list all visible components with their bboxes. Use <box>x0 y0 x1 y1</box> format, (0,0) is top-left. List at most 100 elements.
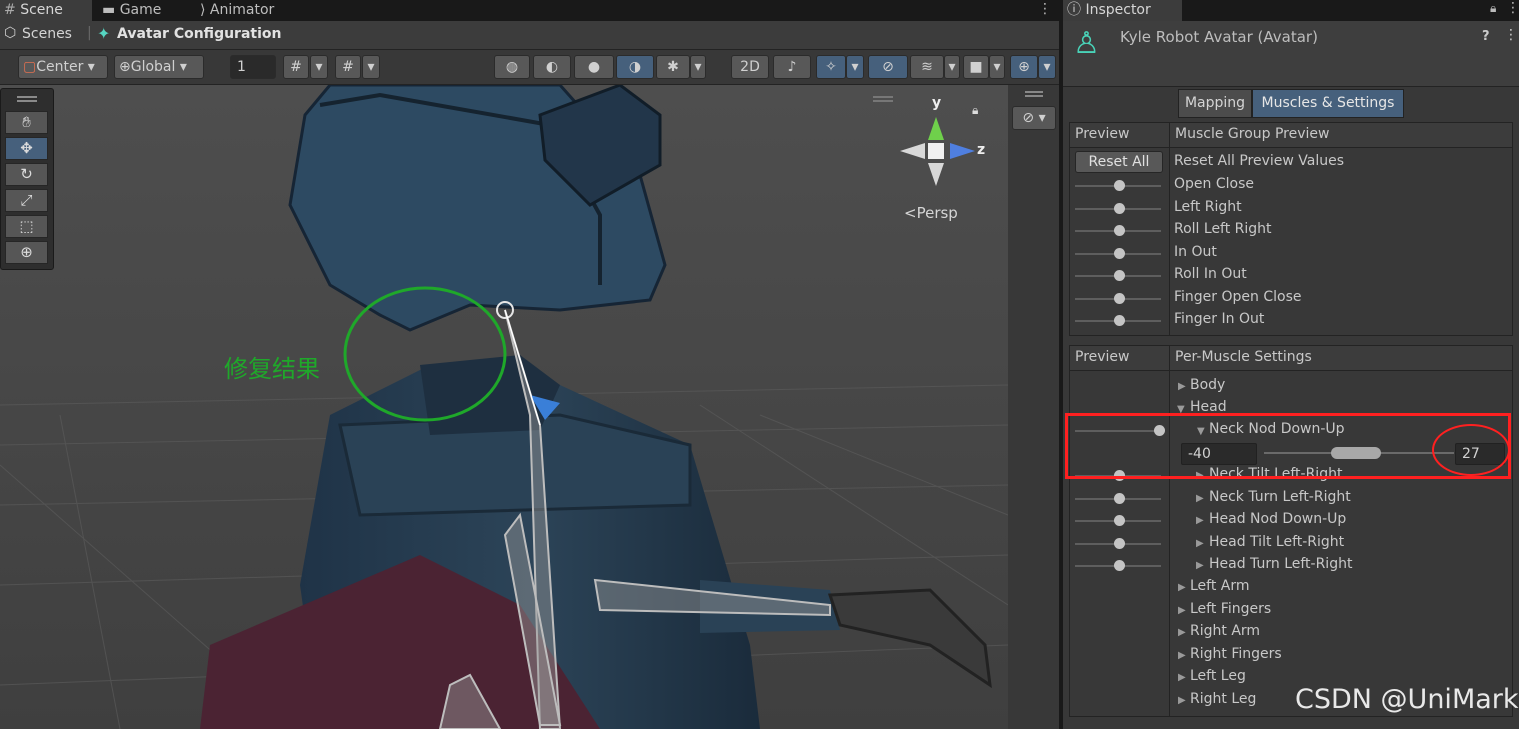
persp-icon: < <box>904 204 917 222</box>
hand-tool-icon[interactable]: ✋︎ <box>5 111 48 134</box>
expand-arrow-icon[interactable]: ▶ <box>1178 381 1186 392</box>
breadcrumb-scenes[interactable]: Scenes <box>22 26 72 42</box>
camera-icon[interactable]: ■ <box>963 55 989 79</box>
group-4[interactable]: Left Leg <box>1190 668 1246 684</box>
unlit-icon[interactable]: ◑ <box>616 55 654 79</box>
kebab-menu-icon[interactable]: ⋮ <box>1038 0 1052 21</box>
annotation-text: 修复结果 <box>224 355 320 383</box>
grid-snap-icon[interactable]: # <box>283 55 309 79</box>
avatar-figure-icon: ✦ <box>97 24 111 43</box>
layers-dropdown[interactable]: ▾ <box>944 55 960 79</box>
gizmo-axis-y: y <box>932 95 942 111</box>
camera-dropdown[interactable]: ▾ <box>989 55 1005 79</box>
grid-snap-dropdown[interactable]: ▾ <box>310 55 328 79</box>
head-muscle-4-thumb[interactable] <box>1114 560 1125 572</box>
expand-arrow-icon[interactable]: ▶ <box>1196 538 1204 549</box>
gizmos-icon[interactable]: ⊕ <box>1010 55 1038 79</box>
avatar-icon: ♙ <box>1073 26 1100 61</box>
muscle-group-4-thumb[interactable] <box>1114 270 1125 281</box>
expand-arrow-icon[interactable]: ▶ <box>1196 493 1204 504</box>
inspector-panel: ⓘ Inspector 🔒︎ ⋮ ♙ Kyle Robot Avatar (Av… <box>1063 0 1519 729</box>
expand-arrow-icon[interactable]: ▶ <box>1196 515 1204 526</box>
asset-title: Kyle Robot Avatar (Avatar) <box>1120 28 1318 46</box>
help-icon[interactable]: ? <box>1482 29 1490 44</box>
group-1[interactable]: Left Fingers <box>1190 601 1271 617</box>
scene-visibility-icon[interactable]: ⊘ <box>868 55 908 79</box>
expand-arrow-icon[interactable]: ▶ <box>1196 560 1204 571</box>
space-dropdown[interactable]: ⊕Global ▾ <box>114 55 204 79</box>
draw-mode-dropdown[interactable]: ▾ <box>690 55 706 79</box>
expand-arrow-icon[interactable]: ▶ <box>1178 695 1186 706</box>
gizmo-lock-icon[interactable]: 🔒︎ <box>972 103 978 118</box>
scale-tool-icon[interactable]: ⤢ <box>5 189 48 212</box>
grid-size-input[interactable]: 1 <box>230 55 276 79</box>
tab-inspector[interactable]: ⓘ Inspector <box>1063 0 1182 21</box>
head-muscle-1-label: Neck Turn Left-Right <box>1209 488 1351 505</box>
muscle-group-1-label: Left Right <box>1174 198 1242 215</box>
per-muscle-section: Preview Per-Muscle Settings ▶ Body ▼ Hea… <box>1069 345 1513 717</box>
toggle-2d-button[interactable]: 2D <box>731 55 769 79</box>
lock-icon[interactable]: 🔒︎ <box>1490 1 1496 16</box>
tab-animator[interactable]: ⟩ Animator <box>196 0 310 21</box>
muscle-group-2-label: Roll Left Right <box>1174 221 1272 237</box>
group-3[interactable]: Right Fingers <box>1190 646 1282 662</box>
layers-icon[interactable]: ≋ <box>910 55 944 79</box>
muscle-group-5-thumb[interactable] <box>1114 292 1125 304</box>
expand-arrow-icon[interactable]: ▶ <box>1178 672 1186 683</box>
gamepad-icon: ▬ <box>102 2 116 18</box>
scene-viewport[interactable]: 修复结果 y z 🔒︎ <Persp <box>0 85 1008 729</box>
group-2[interactable]: Right Arm <box>1190 623 1260 639</box>
inspector-menu-icon[interactable]: ⋮ <box>1506 0 1519 16</box>
expand-arrow-icon[interactable]: ▶ <box>1178 650 1186 661</box>
expand-arrow-icon[interactable]: ▶ <box>1178 582 1186 593</box>
rotate-tool-icon[interactable]: ↻ <box>5 163 48 186</box>
muscle-group-2-thumb[interactable] <box>1114 225 1125 236</box>
group-0[interactable]: Left Arm <box>1190 578 1250 594</box>
head-muscle-1-thumb[interactable] <box>1114 492 1125 504</box>
pivot-dropdown[interactable]: ▢Center ▾ <box>18 55 108 79</box>
increment-snap-icon[interactable]: # <box>335 55 361 79</box>
shaded-wireframe-icon[interactable]: ◐ <box>533 55 571 79</box>
tab-game[interactable]: ▬ Game <box>98 0 192 21</box>
muscle-group-6-thumb[interactable] <box>1114 315 1125 326</box>
grid-icon: # <box>4 2 16 18</box>
wireframe-icon[interactable]: ◍ <box>494 55 530 79</box>
info-icon: ⓘ <box>1067 2 1081 18</box>
drag-handle[interactable] <box>1025 91 1043 93</box>
move-tool-icon[interactable]: ✥ <box>5 137 48 160</box>
col-per-muscle-settings: Per-Muscle Settings <box>1175 349 1312 365</box>
head-muscle-3-label: Head Tilt Left-Right <box>1209 533 1345 550</box>
tool-palette: ✋︎ ✥ ↻ ⤢ ⬚ ⊕ <box>0 88 54 270</box>
reset-all-button[interactable]: Reset All <box>1075 151 1163 173</box>
effects-dropdown[interactable]: ▾ <box>846 55 864 79</box>
projection-toggle[interactable]: <Persp <box>904 204 958 222</box>
tool-palette-handle[interactable] <box>17 96 37 98</box>
muscle-group-section: Preview Muscle Group Preview Reset All R… <box>1069 122 1513 336</box>
muscle-group-4-label: Roll In Out <box>1174 266 1247 282</box>
muscle-group-0-thumb[interactable] <box>1114 180 1125 191</box>
shaded-icon[interactable]: ● <box>574 55 614 79</box>
breadcrumb: ⬡ Scenes | ✦ Avatar Configuration <box>0 21 1059 50</box>
debug-bug-icon[interactable]: ✱ <box>656 55 690 79</box>
expand-arrow-icon[interactable]: ▶ <box>1178 605 1186 616</box>
gizmos-dropdown[interactable]: ▾ <box>1038 55 1056 79</box>
head-muscle-2-thumb[interactable] <box>1114 515 1125 527</box>
muscle-group-0-label: Open Close <box>1174 176 1254 192</box>
group-5[interactable]: Right Leg <box>1190 691 1256 707</box>
header-menu-icon[interactable]: ⋮ <box>1504 27 1518 43</box>
increment-snap-dropdown[interactable]: ▾ <box>362 55 380 79</box>
head-muscle-3-thumb[interactable] <box>1114 537 1125 549</box>
muscle-group-1-thumb[interactable] <box>1114 202 1125 214</box>
effects-icon[interactable]: ✧ <box>816 55 846 79</box>
expand-arrow-icon[interactable]: ▶ <box>1178 627 1186 638</box>
scene-toolbar: ▢Center ▾ ⊕Global ▾ 1 # ▾ # ▾ ◍ ◐ ● ◑ ✱ … <box>0 50 1059 85</box>
audio-mute-icon[interactable]: ♪ <box>773 55 811 79</box>
group-body[interactable]: Body <box>1190 377 1225 393</box>
tab-muscles-settings[interactable]: Muscles & Settings <box>1252 89 1404 118</box>
muscle-group-3-thumb[interactable] <box>1114 247 1125 259</box>
transform-tool-icon[interactable]: ⊕ <box>5 241 48 264</box>
tab-mapping[interactable]: Mapping <box>1178 89 1252 118</box>
tab-scene[interactable]: # Scene <box>0 0 92 21</box>
rect-tool-icon[interactable]: ⬚ <box>5 215 48 238</box>
orientation-overlay-button[interactable]: ⊘ ▾ <box>1012 106 1056 130</box>
